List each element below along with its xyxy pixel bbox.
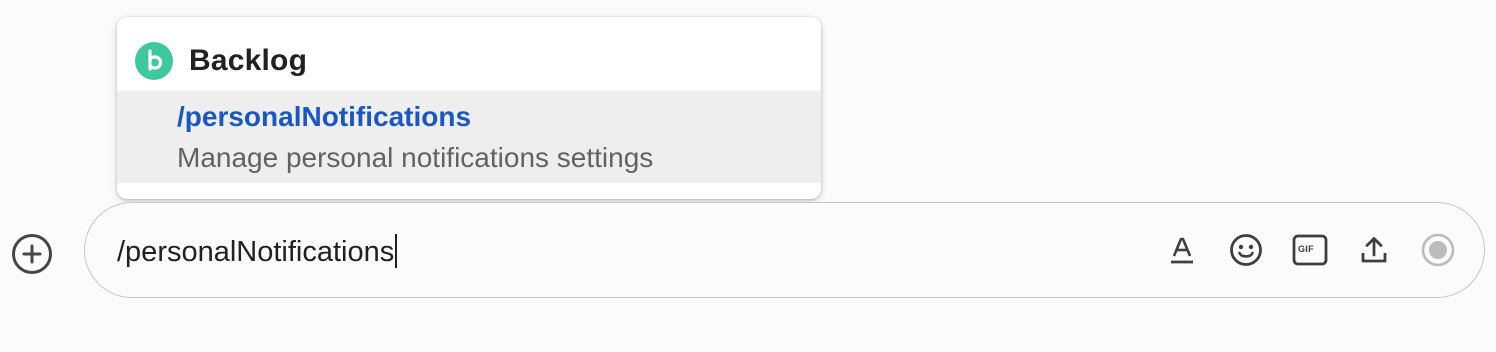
message-composer: /personalNotifications GIF (84, 202, 1485, 298)
command-description: Manage personal notifications settings (177, 142, 654, 173)
message-input-value: /personalNotifications (117, 236, 395, 268)
emoji-icon[interactable] (1227, 231, 1265, 269)
backlog-logo-icon (135, 42, 173, 80)
upload-icon[interactable] (1355, 231, 1393, 269)
format-text-icon[interactable] (1163, 231, 1201, 269)
popup-app-header: Backlog (117, 17, 821, 91)
record-icon[interactable] (1419, 231, 1457, 269)
slash-command-popup: Backlog /personalNotifications Manage pe… (117, 17, 821, 199)
plus-circle-icon[interactable] (11, 233, 53, 275)
app-name: Backlog (189, 44, 308, 77)
gif-icon[interactable]: GIF (1291, 231, 1329, 269)
text-caret (395, 234, 398, 268)
command-name: /personalNotifications (177, 101, 472, 132)
message-input[interactable]: /personalNotifications (117, 234, 398, 269)
chat-compose-area: Backlog /personalNotifications Manage pe… (0, 0, 1496, 352)
gif-icon-label: GIF (1298, 244, 1314, 254)
command-suggestion-item[interactable]: /personalNotifications Manage personal n… (117, 91, 821, 183)
